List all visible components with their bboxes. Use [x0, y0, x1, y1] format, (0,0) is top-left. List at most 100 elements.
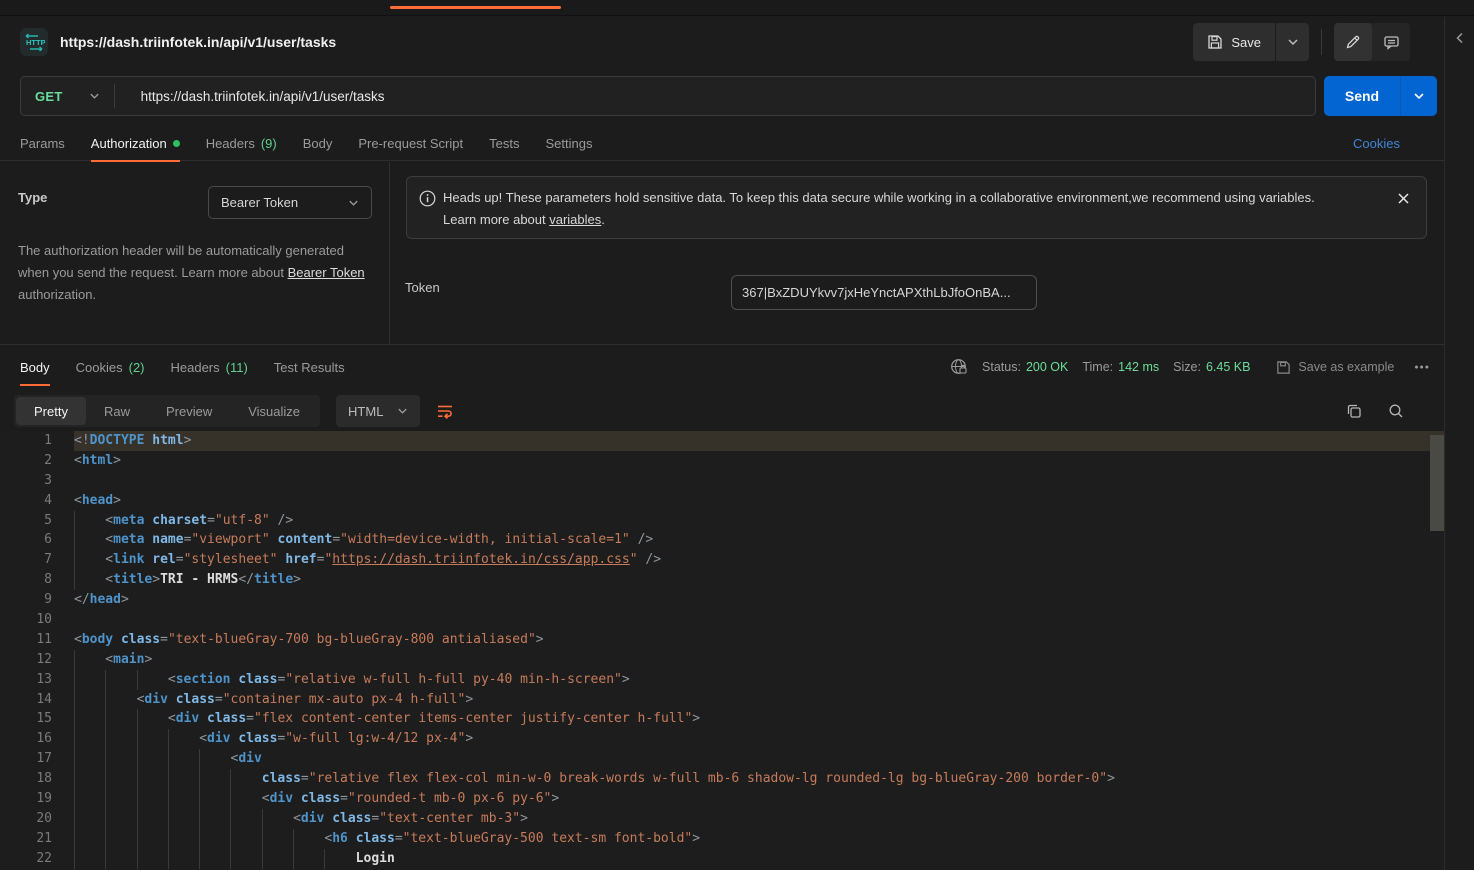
close-icon [1397, 192, 1410, 205]
time-indicator: Time:142 ms [1082, 360, 1159, 374]
tab-authorization[interactable]: Authorization [91, 126, 180, 161]
format-value: HTML [348, 404, 383, 419]
more-options-button[interactable]: ●●● [1414, 364, 1430, 371]
tab-test-results[interactable]: Test Results [274, 350, 345, 385]
auth-type-select[interactable]: Bearer Token [208, 186, 372, 219]
code-line-20: 20<div class="text-center mb-3"> [0, 809, 1444, 829]
variables-link[interactable]: variables [549, 212, 601, 227]
edit-button[interactable] [1334, 23, 1372, 61]
search-icon [1388, 403, 1404, 419]
size-value: 6.45 KB [1206, 360, 1250, 374]
auth-type-panel: Type Bearer Token The authorization head… [0, 162, 390, 345]
tab-response-headers[interactable]: Headers(11) [171, 350, 248, 385]
send-button[interactable]: Send [1324, 76, 1400, 116]
banner-text: Heads up! These parameters hold sensitiv… [443, 187, 1393, 231]
copy-response-button[interactable] [1346, 403, 1362, 419]
token-label: Token [405, 280, 440, 295]
tab-pre-request-script[interactable]: Pre-request Script [358, 126, 463, 161]
cookies-link[interactable]: Cookies [1353, 136, 1400, 151]
view-raw[interactable]: Raw [86, 397, 148, 425]
save-button-group: Save [1193, 23, 1309, 61]
comment-icon [1383, 34, 1400, 50]
format-select[interactable]: HTML [336, 395, 420, 427]
http-method-icon: HTTP [20, 28, 48, 56]
comments-button[interactable] [1372, 23, 1410, 61]
request-builder: GET Send [20, 76, 1437, 116]
active-tab-underline [20, 384, 50, 386]
code-line-5: 5<meta charset="utf-8" /> [0, 511, 1444, 531]
globe-lock-icon[interactable] [950, 358, 968, 376]
chevron-left-icon [1453, 31, 1467, 45]
title-bar-divider [1321, 29, 1322, 55]
method-select[interactable]: GET [21, 89, 114, 104]
tab-response-cookies[interactable]: Cookies(2) [76, 350, 145, 385]
status-indicator: Status:200 OK [982, 360, 1068, 374]
request-title: https://dash.triinfotek.in/api/v1/user/t… [60, 34, 336, 50]
title-icon-group [1334, 23, 1410, 61]
tab-headers[interactable]: Headers(9) [206, 126, 277, 161]
view-preview[interactable]: Preview [148, 397, 230, 425]
code-line-3: 3 [0, 471, 1444, 491]
tab-tests[interactable]: Tests [489, 126, 519, 161]
code-line-2: 2<html> [0, 451, 1444, 471]
tab-body[interactable]: Body [303, 126, 333, 161]
response-view-switcher: Pretty Raw Preview Visualize [14, 395, 320, 427]
chevron-down-icon [348, 199, 359, 207]
postman-window: HTTP https://dash.triinfotek.in/api/v1/u… [0, 0, 1474, 870]
authorization-panel: Type Bearer Token The authorization head… [0, 162, 1444, 345]
code-line-12: 12<main> [0, 650, 1444, 670]
response-header: Body Cookies(2) Headers(11) Test Results… [0, 346, 1444, 388]
token-input[interactable] [731, 275, 1037, 310]
code-lines: 1<!DOCTYPE html>2<html>34<head>5<meta ch… [0, 431, 1444, 869]
code-line-11: 11<body class="text-blueGray-700 bg-blue… [0, 630, 1444, 650]
time-value: 142 ms [1118, 360, 1159, 374]
floppy-icon [1276, 360, 1291, 375]
chevron-down-icon [1413, 92, 1425, 100]
send-button-group: Send [1324, 76, 1437, 116]
code-line-13: 13<section class="relative w-full h-full… [0, 670, 1444, 690]
code-scrollbar[interactable] [1430, 435, 1444, 531]
save-button[interactable]: Save [1193, 23, 1275, 61]
tab-strip [0, 0, 1474, 16]
sensitive-data-banner: Heads up! These parameters hold sensitiv… [406, 176, 1427, 239]
chevron-down-icon [397, 407, 408, 415]
response-meta: Status:200 OK Time:142 ms Size:6.45 KB S… [950, 358, 1430, 376]
url-input[interactable] [115, 89, 1315, 104]
floppy-icon [1207, 34, 1223, 50]
code-line-8: 8<title>TRI - HRMS</title> [0, 570, 1444, 590]
save-as-example-button[interactable]: Save as example [1276, 360, 1394, 375]
code-line-6: 6<meta name="viewport" content="width=de… [0, 530, 1444, 550]
search-response-button[interactable] [1388, 403, 1404, 419]
view-pretty[interactable]: Pretty [16, 397, 86, 425]
svg-text:HTTP: HTTP [26, 38, 45, 47]
request-title-bar: HTTP https://dash.triinfotek.in/api/v1/u… [0, 17, 1444, 67]
wrap-text-icon [436, 403, 454, 419]
code-line-16: 16<div class="w-full lg:w-4/12 px-4"> [0, 729, 1444, 749]
wrap-text-button[interactable] [436, 403, 454, 419]
request-tabs: Params Authorization Headers(9) Body Pre… [0, 126, 1444, 161]
tab-params[interactable]: Params [20, 126, 65, 161]
code-line-1: 1<!DOCTYPE html> [0, 431, 1444, 451]
tab-settings[interactable]: Settings [545, 126, 592, 161]
banner-close-button[interactable] [1392, 187, 1414, 209]
bearer-token-link[interactable]: Bearer Token [288, 265, 365, 280]
code-line-10: 10 [0, 610, 1444, 630]
response-body-editor[interactable]: 1<!DOCTYPE html>2<html>34<head>5<meta ch… [0, 431, 1444, 870]
pencil-icon [1345, 34, 1361, 50]
view-visualize[interactable]: Visualize [230, 397, 318, 425]
status-value: 200 OK [1026, 360, 1068, 374]
tab-response-body[interactable]: Body [20, 350, 50, 385]
code-line-18: 18class="relative flex flex-col min-w-0 … [0, 769, 1444, 789]
response-toolbar: Pretty Raw Preview Visualize HTML [0, 392, 1444, 430]
auth-type-value: Bearer Token [221, 195, 298, 210]
auth-description: The authorization header will be automat… [18, 240, 374, 306]
code-line-4: 4<head> [0, 491, 1444, 511]
save-options-button[interactable] [1275, 23, 1309, 61]
active-tab-indicator [390, 6, 561, 9]
chevron-down-icon [89, 92, 100, 100]
collapse-panel-button[interactable] [1453, 31, 1467, 45]
copy-icon [1346, 403, 1362, 419]
response-tabs: Body Cookies(2) Headers(11) Test Results [0, 346, 345, 388]
send-options-button[interactable] [1400, 76, 1437, 116]
url-box: GET [20, 76, 1316, 116]
